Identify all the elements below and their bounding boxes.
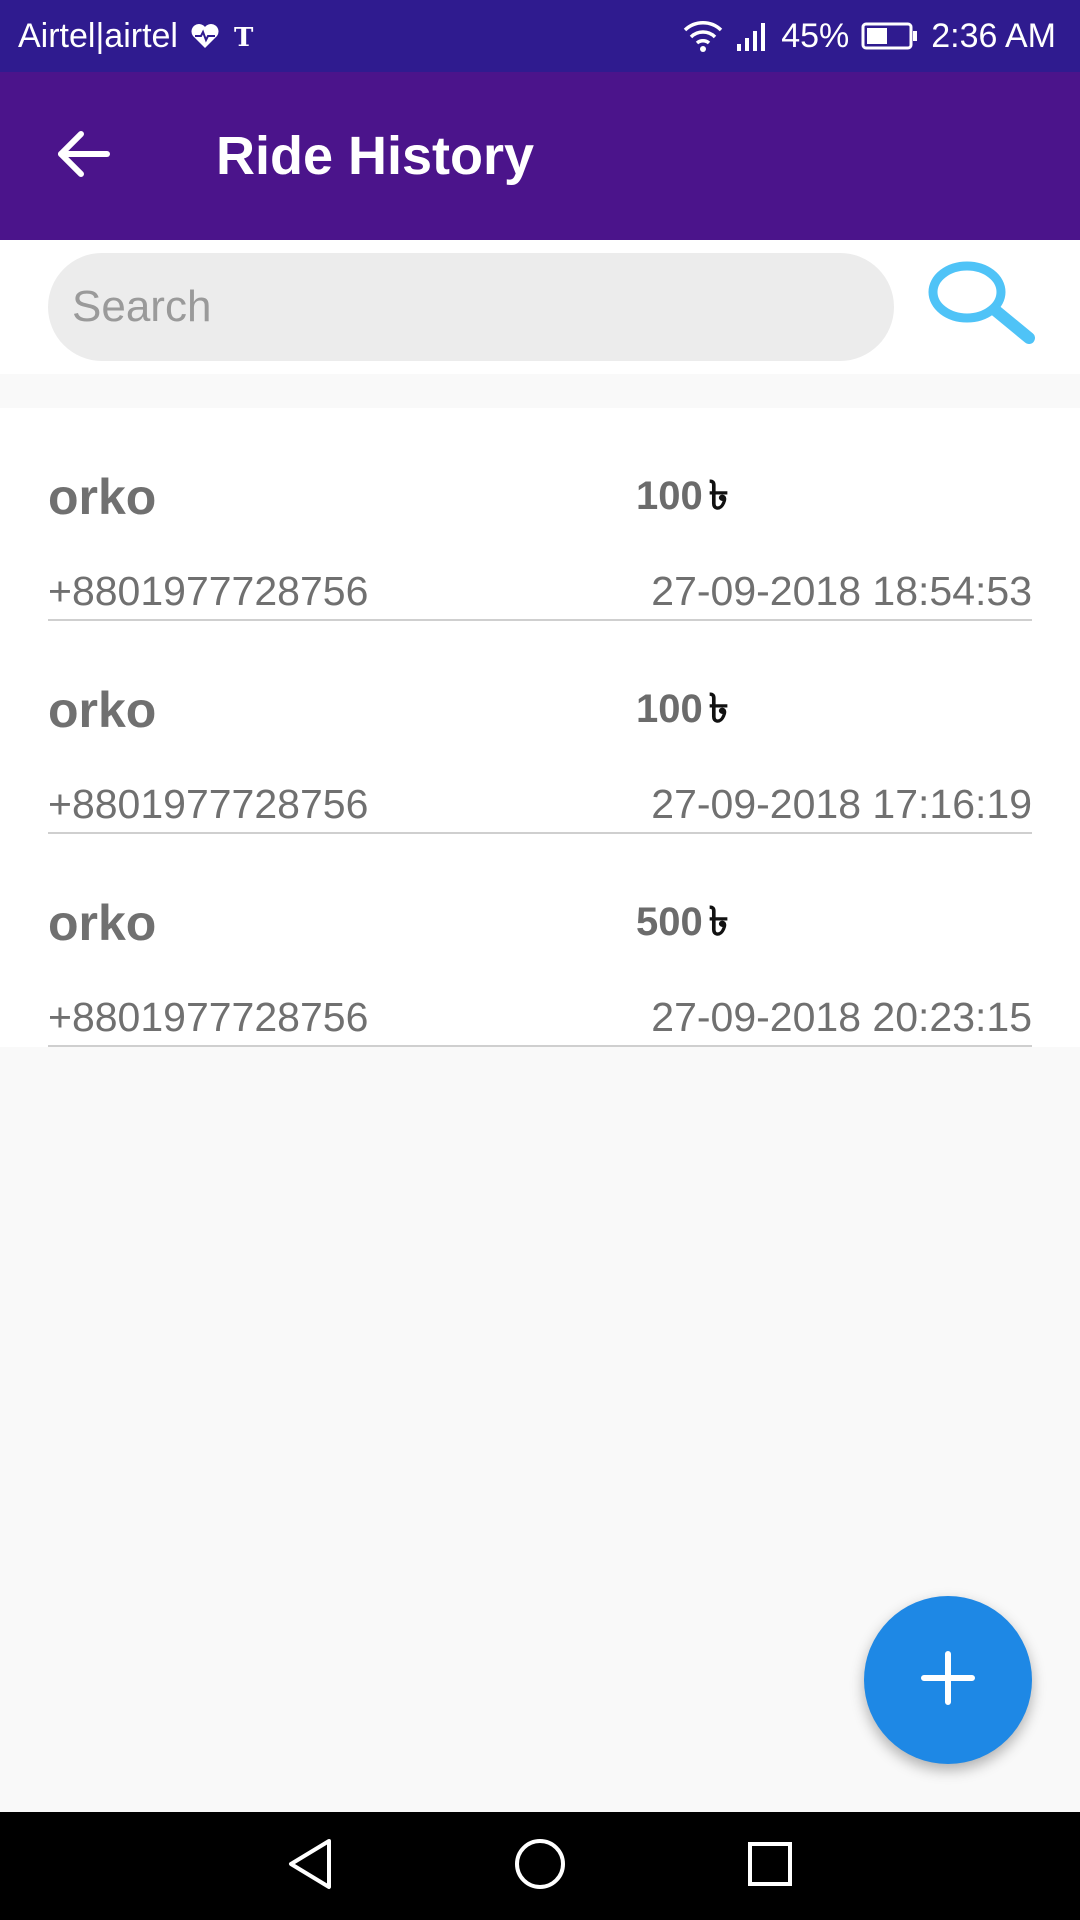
svg-text:T: T	[234, 23, 254, 51]
nav-recents-button[interactable]	[730, 1826, 810, 1906]
signal-icon	[735, 20, 769, 52]
page-title: Ride History	[216, 126, 535, 186]
ride-list: orko 100 ৳ +8801977728756 27-09-2018 18:5…	[0, 408, 1080, 1047]
list-item[interactable]: orko 100 ৳ +8801977728756 27-09-2018 18:5…	[0, 408, 1080, 621]
app-bar: Ride History	[0, 72, 1080, 240]
recents-square-icon	[745, 1839, 795, 1894]
status-time: 2:36 AM	[931, 16, 1056, 55]
nav-back-button[interactable]	[270, 1826, 350, 1906]
fare-value: 100	[636, 474, 703, 518]
status-bar: Airtel|airtel T 45% 2:36 AM	[0, 0, 1080, 72]
search-icon	[925, 260, 1035, 349]
currency-symbol: ৳	[708, 899, 729, 945]
rider-name: orko	[48, 895, 157, 951]
navigation-bar	[0, 1812, 1080, 1920]
heart-health-icon	[190, 22, 220, 50]
fare-amount: 500 ৳	[636, 890, 729, 957]
currency-symbol: ৳	[708, 473, 729, 519]
search-input[interactable]	[48, 253, 894, 361]
home-circle-icon	[513, 1837, 567, 1896]
back-button[interactable]	[24, 96, 144, 216]
fare-value: 500	[636, 900, 703, 944]
rider-phone: +8801977728756	[48, 781, 369, 827]
search-bar	[0, 240, 1080, 374]
currency-symbol: ৳	[708, 686, 729, 732]
fare-amount: 100 ৳	[636, 464, 729, 531]
battery-percent: 45%	[781, 16, 850, 55]
list-item[interactable]: orko 500 ৳ +8801977728756 27-09-2018 20:2…	[0, 834, 1080, 1047]
rider-phone: +8801977728756	[48, 568, 369, 614]
plus-icon	[920, 1650, 976, 1711]
carrier-label: Airtel|airtel	[18, 16, 178, 55]
arrow-left-icon	[57, 130, 111, 182]
battery-icon	[861, 21, 919, 51]
ride-datetime: 27-09-2018 20:23:15	[651, 994, 1032, 1040]
list-item[interactable]: orko 100 ৳ +8801977728756 27-09-2018 17:1…	[0, 621, 1080, 834]
search-button[interactable]	[920, 254, 1040, 354]
nav-home-button[interactable]	[500, 1826, 580, 1906]
wifi-icon	[683, 20, 723, 52]
fare-value: 100	[636, 687, 703, 731]
add-ride-button[interactable]	[864, 1596, 1032, 1764]
ride-datetime: 27-09-2018 18:54:53	[651, 568, 1032, 614]
rider-name: orko	[48, 469, 157, 525]
fare-amount: 100 ৳	[636, 677, 729, 744]
rider-name: orko	[48, 682, 157, 738]
nytimes-icon: T	[232, 21, 258, 51]
rider-phone: +8801977728756	[48, 994, 369, 1040]
back-triangle-icon	[285, 1837, 335, 1896]
status-bar-right: 45% 2:36 AM	[683, 17, 1056, 56]
status-bar-left: Airtel|airtel T	[18, 17, 258, 56]
ride-datetime: 27-09-2018 17:16:19	[651, 781, 1032, 827]
